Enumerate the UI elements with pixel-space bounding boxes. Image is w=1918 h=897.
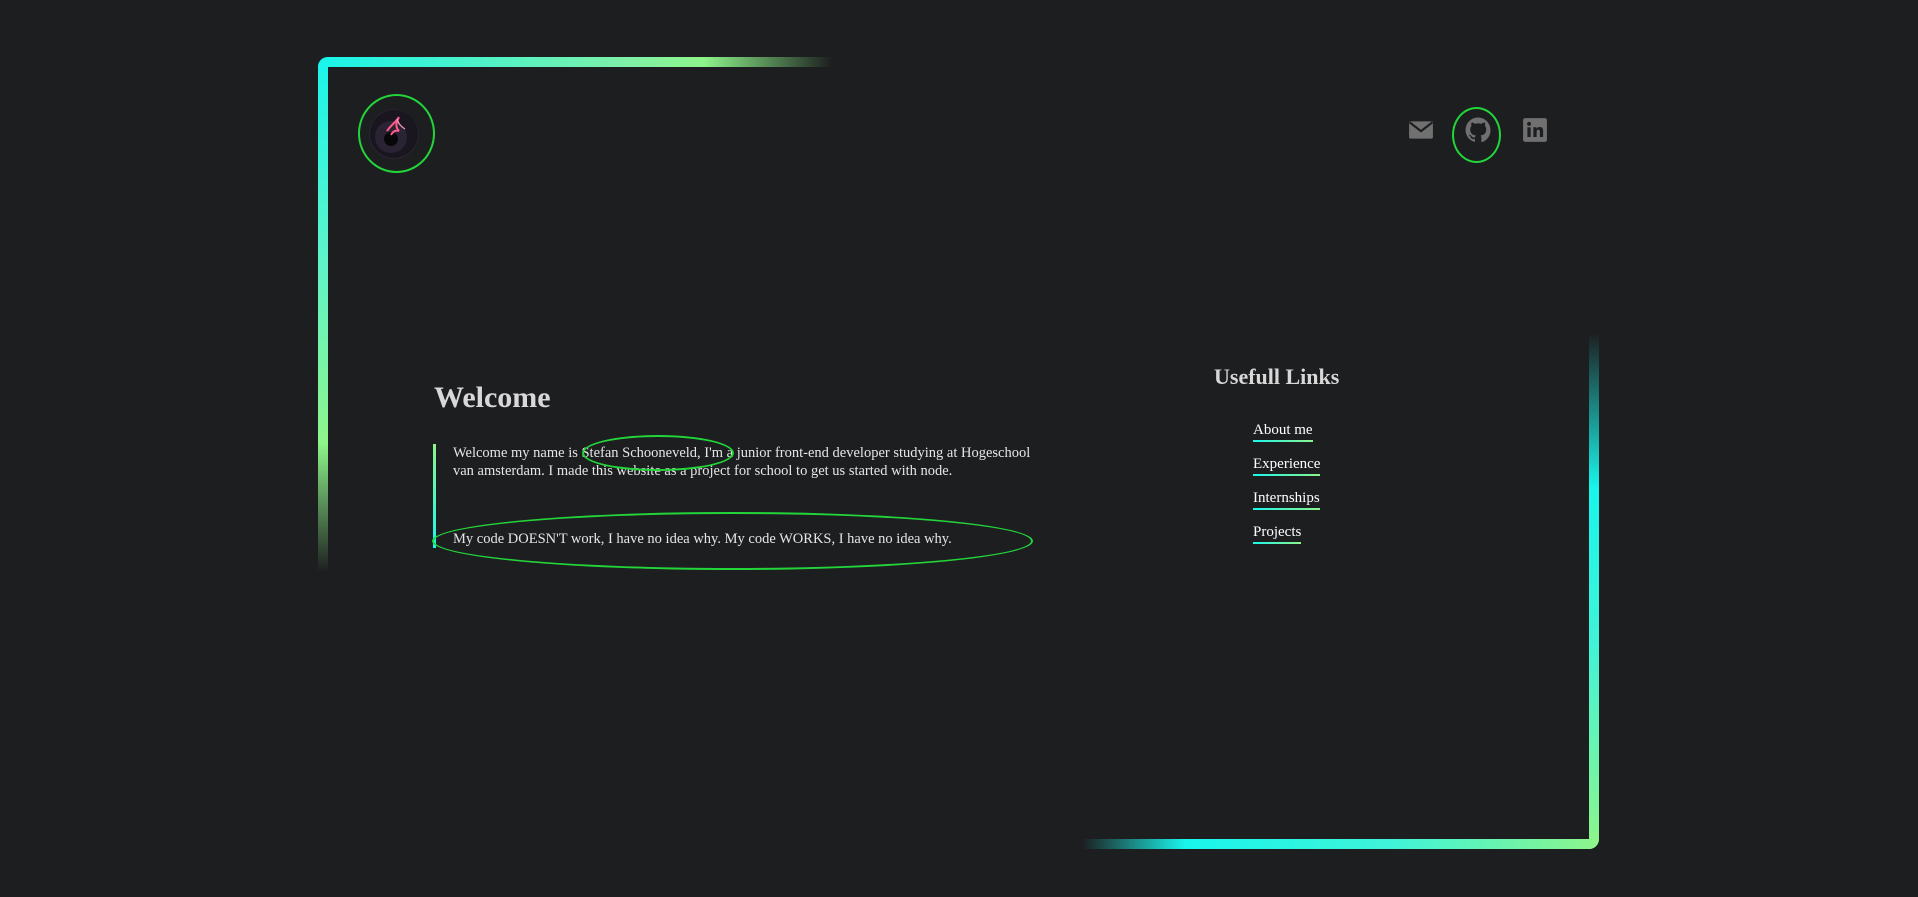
- github-icon[interactable]: [1465, 117, 1491, 143]
- avatar-logo-graphic: [370, 110, 418, 158]
- link-internships[interactable]: Internships: [1253, 490, 1320, 510]
- link-projects[interactable]: Projects: [1253, 524, 1302, 544]
- mail-icon[interactable]: [1408, 117, 1434, 143]
- frame-bottom-right-vertical: [1589, 333, 1599, 849]
- links-title: Usefull Links: [1214, 364, 1340, 389]
- frame-top-left-horizontal: [318, 57, 832, 67]
- page-title: Welcome: [434, 381, 551, 414]
- frame-top-left-vertical: [318, 57, 328, 572]
- linkedin-icon[interactable]: [1522, 117, 1548, 143]
- quote-paragraph: My code DOESN'T work, I have no idea why…: [453, 531, 952, 547]
- intro-paragraph: Welcome my name is Stefan Schooneveld, I…: [453, 445, 1031, 479]
- quote-bar: [433, 444, 436, 548]
- page: Welcome Welcome my name is Stefan Schoon…: [0, 0, 1918, 897]
- link-experience[interactable]: Experience: [1253, 456, 1321, 476]
- frame-bottom-right-horizontal: [1082, 839, 1599, 849]
- link-about-me[interactable]: About me: [1253, 422, 1313, 442]
- avatar-logo-icon[interactable]: [369, 109, 419, 159]
